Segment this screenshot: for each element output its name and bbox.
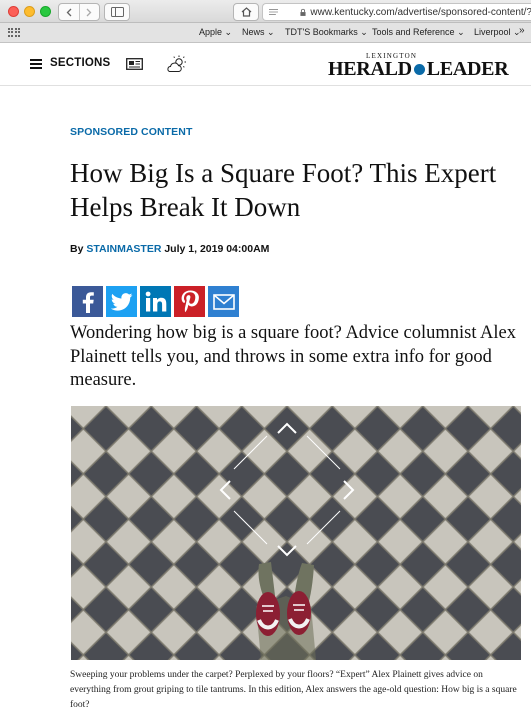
back-button[interactable] [59, 4, 80, 20]
bookmark-tdts[interactable]: TDT'S Bookmarks ⌄ [285, 27, 368, 38]
bookmark-news[interactable]: News ⌄ [242, 27, 275, 38]
top-sites-grid-icon[interactable] [8, 28, 20, 37]
email-share-button[interactable] [208, 286, 239, 317]
sidebar-toggle-button[interactable] [104, 3, 130, 21]
lock-icon [300, 8, 306, 16]
weather-cloud-sun-icon[interactable] [166, 55, 188, 73]
bookmark-apple[interactable]: Apple ⌄ [199, 27, 232, 38]
site-header: SECTIONS LEXINGTON HERALD LEADER [0, 43, 531, 86]
facebook-share-button[interactable] [72, 286, 103, 317]
pinterest-icon [181, 290, 199, 313]
address-bar[interactable]: www.kentucky.com/advertise/sponsored-con… [262, 3, 531, 21]
byline: By STAINMASTER July 1, 2019 04:00AM [70, 243, 269, 255]
publish-date: July 1, 2019 04:00AM [164, 243, 270, 255]
photo-caption: Sweeping your problems under the carpet?… [70, 670, 517, 710]
share-buttons [72, 286, 239, 317]
article-title: How Big Is a Square Foot? This Expert He… [70, 158, 497, 222]
e-edition-newspaper-icon[interactable] [126, 58, 143, 70]
chevron-right-icon [86, 8, 92, 16]
logo-dot-icon [413, 64, 425, 75]
close-window-button[interactable] [8, 6, 19, 17]
sections-menu-button[interactable]: SECTIONS [50, 57, 110, 69]
bookmark-liverpool[interactable]: Liverpool ⌄ [474, 27, 521, 38]
home-icon [241, 7, 251, 17]
sidebar-icon [110, 7, 124, 17]
herald-leader-logo[interactable]: LEXINGTON HERALD LEADER [328, 52, 509, 82]
zoom-window-button[interactable] [40, 6, 51, 17]
pinterest-share-button[interactable] [174, 286, 205, 317]
sponsored-content-label[interactable]: SPONSORED CONTENT [70, 126, 192, 138]
logo-wordmark: HERALD LEADER [328, 58, 509, 80]
home-button[interactable] [233, 3, 259, 21]
checkered-tile-floor-image [71, 406, 521, 660]
browser-titlebar: www.kentucky.com/advertise/sponsored-con… [0, 0, 531, 23]
chevron-left-icon [66, 8, 72, 16]
history-nav [58, 3, 100, 21]
linkedin-icon [145, 291, 166, 312]
byline-prefix: By [70, 243, 84, 255]
forward-button[interactable] [80, 4, 100, 20]
linkedin-share-button[interactable] [140, 286, 171, 317]
bookmarks-bar: Apple ⌄ News ⌄ TDT'S Bookmarks ⌄ Tools a… [0, 23, 531, 43]
minimize-window-button[interactable] [24, 6, 35, 17]
author-link[interactable]: STAINMASTER [86, 243, 161, 255]
article-photo [71, 406, 521, 660]
menu-icon[interactable] [30, 59, 42, 69]
facebook-icon [82, 291, 94, 313]
reader-view-icon[interactable] [269, 8, 279, 16]
article-lead: Wondering how big is a square foot? Advi… [70, 323, 517, 390]
twitter-icon [110, 292, 132, 311]
bookmarks-overflow-icon[interactable]: » [519, 25, 525, 36]
url-text: www.kentucky.com/advertise/sponsored-con… [310, 6, 531, 18]
email-icon [212, 293, 235, 310]
bookmark-tools[interactable]: Tools and Reference ⌄ [372, 27, 465, 38]
twitter-share-button[interactable] [106, 286, 137, 317]
